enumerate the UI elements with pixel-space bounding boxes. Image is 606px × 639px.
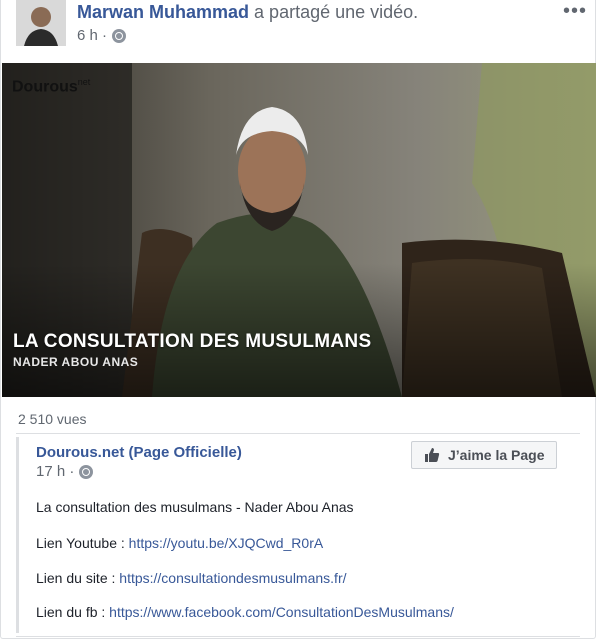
- video-title-overlay: LA CONSULTATION DES MUSULMANS: [13, 331, 372, 352]
- site-link[interactable]: https://consultationdesmusulmans.fr/: [119, 570, 346, 586]
- author-avatar[interactable]: [16, 0, 66, 46]
- post-action-text: a partagé une vidéo.: [254, 2, 419, 22]
- shared-time[interactable]: 17 h ·: [36, 463, 74, 480]
- fb-link-line: Lien du fb : https://www.facebook.com/Co…: [36, 604, 454, 620]
- post-header: Marwan Muhammad a partagé une vidéo.: [77, 2, 418, 23]
- view-count: 2 510 vues: [18, 411, 87, 427]
- shared-original-post: Dourous.net (Page Officielle) 17 h · J’a…: [16, 437, 586, 633]
- divider: [16, 433, 580, 434]
- post-text-line: La consultation des musulmans - Nader Ab…: [36, 499, 354, 515]
- author-name-link[interactable]: Marwan Muhammad: [77, 2, 249, 22]
- facebook-link[interactable]: https://www.facebook.com/ConsultationDes…: [109, 604, 454, 620]
- video-subtitle-overlay: NADER ABOU ANAS: [13, 355, 139, 369]
- site-link-line: Lien du site : https://consultationdesmu…: [36, 570, 347, 586]
- post-timestamp[interactable]: 6 h ·: [77, 27, 127, 44]
- page-name-link[interactable]: Dourous.net (Page Officielle): [36, 444, 242, 461]
- shared-video-post: Marwan Muhammad a partagé une vidéo. 6 h…: [0, 0, 596, 639]
- dourous-logo: Dourousnet: [12, 77, 91, 96]
- like-page-button[interactable]: J’aime la Page: [411, 441, 557, 469]
- more-dots-icon[interactable]: •••: [563, 0, 587, 23]
- youtube-link[interactable]: https://youtu.be/XJQCwd_R0rA: [129, 535, 324, 551]
- shared-timestamp[interactable]: 17 h ·: [36, 463, 94, 480]
- like-page-label: J’aime la Page: [448, 447, 545, 463]
- globe-icon: [112, 28, 127, 43]
- post-time[interactable]: 6 h ·: [77, 27, 107, 44]
- thumbs-up-icon: [425, 448, 440, 462]
- bottom-divider: [16, 636, 580, 637]
- globe-icon: [79, 464, 94, 479]
- youtube-link-line: Lien Youtube : https://youtu.be/XJQCwd_R…: [36, 535, 324, 551]
